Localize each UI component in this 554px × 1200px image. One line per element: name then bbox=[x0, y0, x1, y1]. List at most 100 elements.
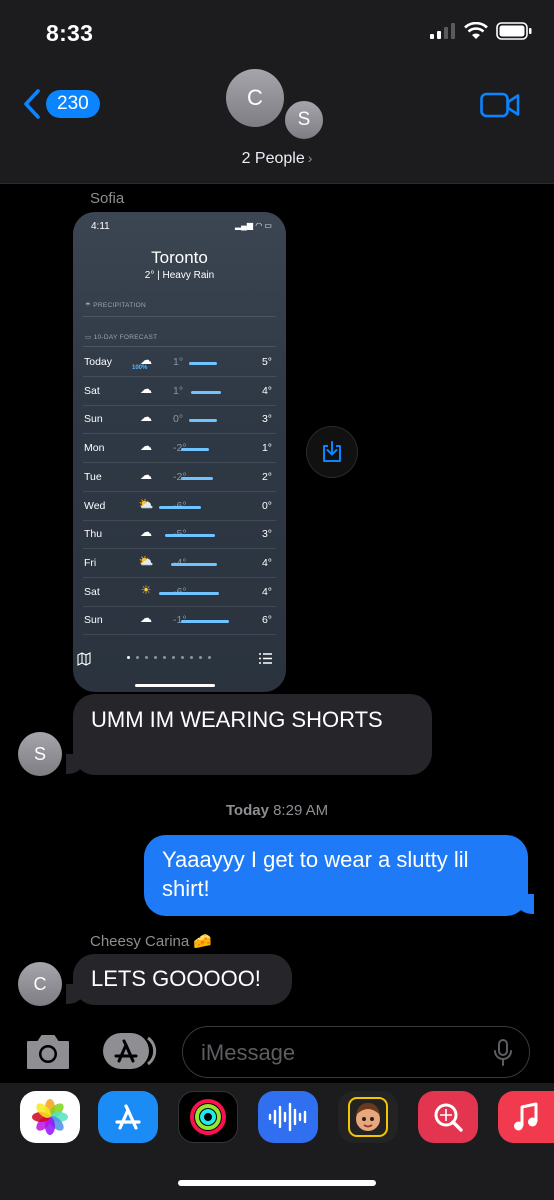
group-details-link[interactable]: 2 People › bbox=[0, 150, 554, 168]
divider bbox=[83, 316, 276, 317]
weather-icon: ☁ bbox=[140, 381, 152, 396]
sender-name-sofia: Sofia bbox=[90, 190, 125, 207]
photos-app-button[interactable] bbox=[20, 1091, 80, 1143]
forecast-row: Sun ☁ -1° 6° bbox=[83, 607, 276, 636]
forecast-day: Sat bbox=[84, 384, 100, 397]
app-store-button[interactable] bbox=[102, 1032, 158, 1075]
chevron-right-icon: › bbox=[307, 150, 313, 166]
forecast-day: Sun bbox=[84, 614, 103, 627]
list-icon bbox=[259, 653, 272, 664]
battery-icon bbox=[496, 22, 532, 40]
forecast-day: Wed bbox=[84, 499, 106, 512]
forecast-row: Mon ☁ -2° 1° bbox=[83, 435, 276, 464]
temperature-range-bar bbox=[189, 419, 217, 423]
message-input[interactable]: iMessage bbox=[182, 1026, 530, 1078]
weather-icon: ☁ bbox=[140, 410, 152, 425]
weather-icon: ☁ bbox=[140, 439, 152, 454]
forecast-row: Fri⛅-4°4° bbox=[83, 550, 276, 578]
back-chevron-icon bbox=[24, 89, 40, 119]
message-text: Yaaayyy I get to wear a slutty lil shirt… bbox=[162, 847, 469, 901]
forecast-high: 4° bbox=[261, 556, 272, 569]
temperature-range-bar bbox=[159, 591, 219, 595]
avatar-s[interactable]: S bbox=[282, 98, 326, 142]
temperature-range-bar bbox=[159, 505, 201, 509]
app-store-app-button[interactable] bbox=[98, 1091, 158, 1143]
group-label: 2 People bbox=[241, 150, 305, 167]
weather-screenshot-attachment[interactable]: 4:11 ▂▄▆ ◠ ▭ Toronto 2° | Heavy Rain ☂ P… bbox=[73, 212, 286, 692]
save-icon bbox=[323, 441, 341, 462]
forecast-day: Today bbox=[84, 356, 113, 368]
forecast-high: 0° bbox=[261, 499, 272, 512]
avatar-c[interactable]: C bbox=[226, 69, 284, 127]
weather-icon: ⛅ bbox=[138, 553, 154, 568]
camera-button[interactable] bbox=[24, 1032, 72, 1075]
microphone-icon[interactable] bbox=[493, 1039, 513, 1067]
precipitation-label: ☂ PRECIPITATION bbox=[85, 302, 147, 309]
page-dots bbox=[127, 656, 211, 659]
forecast-high: 4° bbox=[261, 384, 272, 397]
message-bubble-carina[interactable]: LETS GOOOOO! bbox=[73, 954, 292, 1005]
forecast-day: Sat bbox=[84, 585, 100, 598]
forecast-row: Thu☁-5°3° bbox=[83, 521, 276, 550]
temperature-range-bar bbox=[181, 476, 213, 480]
avatar-carina[interactable]: C bbox=[18, 962, 62, 1006]
message-bubble-sofia[interactable]: UMM IM WEARING SHORTS bbox=[73, 694, 432, 775]
temperature-range-bar bbox=[165, 534, 215, 538]
forecast-row: Today ☁ 100% 1° 5° bbox=[83, 349, 276, 377]
forecast-row: Sun ☁ 0° 3° bbox=[83, 406, 276, 435]
activity-app-button[interactable] bbox=[178, 1091, 238, 1143]
avatar-sofia[interactable]: S bbox=[18, 732, 62, 776]
temperature-range-bar bbox=[181, 620, 229, 624]
forecast-label: ▭ 10-DAY FORECAST bbox=[85, 334, 158, 341]
message-text: LETS GOOOOO! bbox=[91, 966, 261, 991]
weather-icon: ☀ bbox=[140, 582, 152, 597]
signal-icon bbox=[430, 23, 455, 39]
audio-message-app-button[interactable] bbox=[258, 1091, 318, 1143]
forecast-low: 0° bbox=[173, 413, 184, 426]
precip-chance: 100% bbox=[132, 365, 148, 371]
map-icon bbox=[77, 652, 91, 666]
app-store-icon bbox=[103, 1033, 157, 1069]
forecast-row: Sat ☁ 1° 4° bbox=[83, 378, 276, 406]
screenshot-time: 4:11 bbox=[91, 221, 110, 232]
screenshot-city: Toronto bbox=[151, 248, 208, 267]
sender-name-carina: Cheesy Carina 🧀 bbox=[90, 933, 213, 950]
back-button[interactable]: 230 bbox=[22, 88, 100, 120]
search-images-app-button[interactable] bbox=[418, 1091, 478, 1143]
message-composer: iMessage bbox=[0, 1020, 554, 1088]
temperature-range-bar bbox=[191, 390, 221, 394]
forecast-row: Wed⛅-6°0° bbox=[83, 493, 276, 521]
forecast-row: Tue ☁ -2° 2° bbox=[83, 464, 276, 492]
conversation-header: 8:33 230 C S 2 People › bbox=[0, 0, 554, 184]
forecast-row: Sat☀-6°4° bbox=[83, 579, 276, 607]
forecast-day: Tue bbox=[84, 470, 102, 483]
app-store-icon bbox=[115, 1104, 141, 1130]
forecast-high: 1° bbox=[261, 442, 272, 455]
forecast-low: 1° bbox=[173, 356, 184, 368]
message-bubble-outgoing[interactable]: Yaaayyy I get to wear a slutty lil shirt… bbox=[144, 835, 528, 916]
home-indicator bbox=[178, 1180, 376, 1186]
forecast-high: 6° bbox=[261, 614, 272, 627]
screenshot-status-icons: ▂▄▆ ◠ ▭ bbox=[235, 221, 272, 230]
message-input-placeholder: iMessage bbox=[201, 1040, 296, 1065]
weather-icon: ⛅ bbox=[138, 496, 154, 511]
forecast-day: Thu bbox=[84, 528, 103, 541]
weather-icon: ☁ bbox=[140, 467, 152, 482]
memoji-icon bbox=[348, 1097, 388, 1137]
divider bbox=[83, 346, 276, 347]
music-app-button[interactable] bbox=[498, 1091, 554, 1143]
temperature-range-bar bbox=[181, 448, 209, 452]
search-images-icon bbox=[434, 1103, 463, 1132]
temperature-range-bar bbox=[189, 362, 217, 365]
forecast-high: 3° bbox=[261, 413, 272, 426]
audio-message-icon bbox=[268, 1102, 307, 1132]
photos-app-icon bbox=[32, 1099, 68, 1135]
status-icons bbox=[430, 22, 532, 40]
forecast-high: 5° bbox=[261, 356, 272, 368]
unread-count-badge: 230 bbox=[46, 90, 100, 118]
message-text: UMM IM WEARING SHORTS bbox=[91, 707, 383, 732]
camera-icon bbox=[27, 1035, 69, 1069]
save-image-button[interactable] bbox=[306, 426, 358, 478]
video-call-button[interactable] bbox=[480, 92, 520, 123]
memoji-app-button[interactable] bbox=[338, 1091, 398, 1143]
